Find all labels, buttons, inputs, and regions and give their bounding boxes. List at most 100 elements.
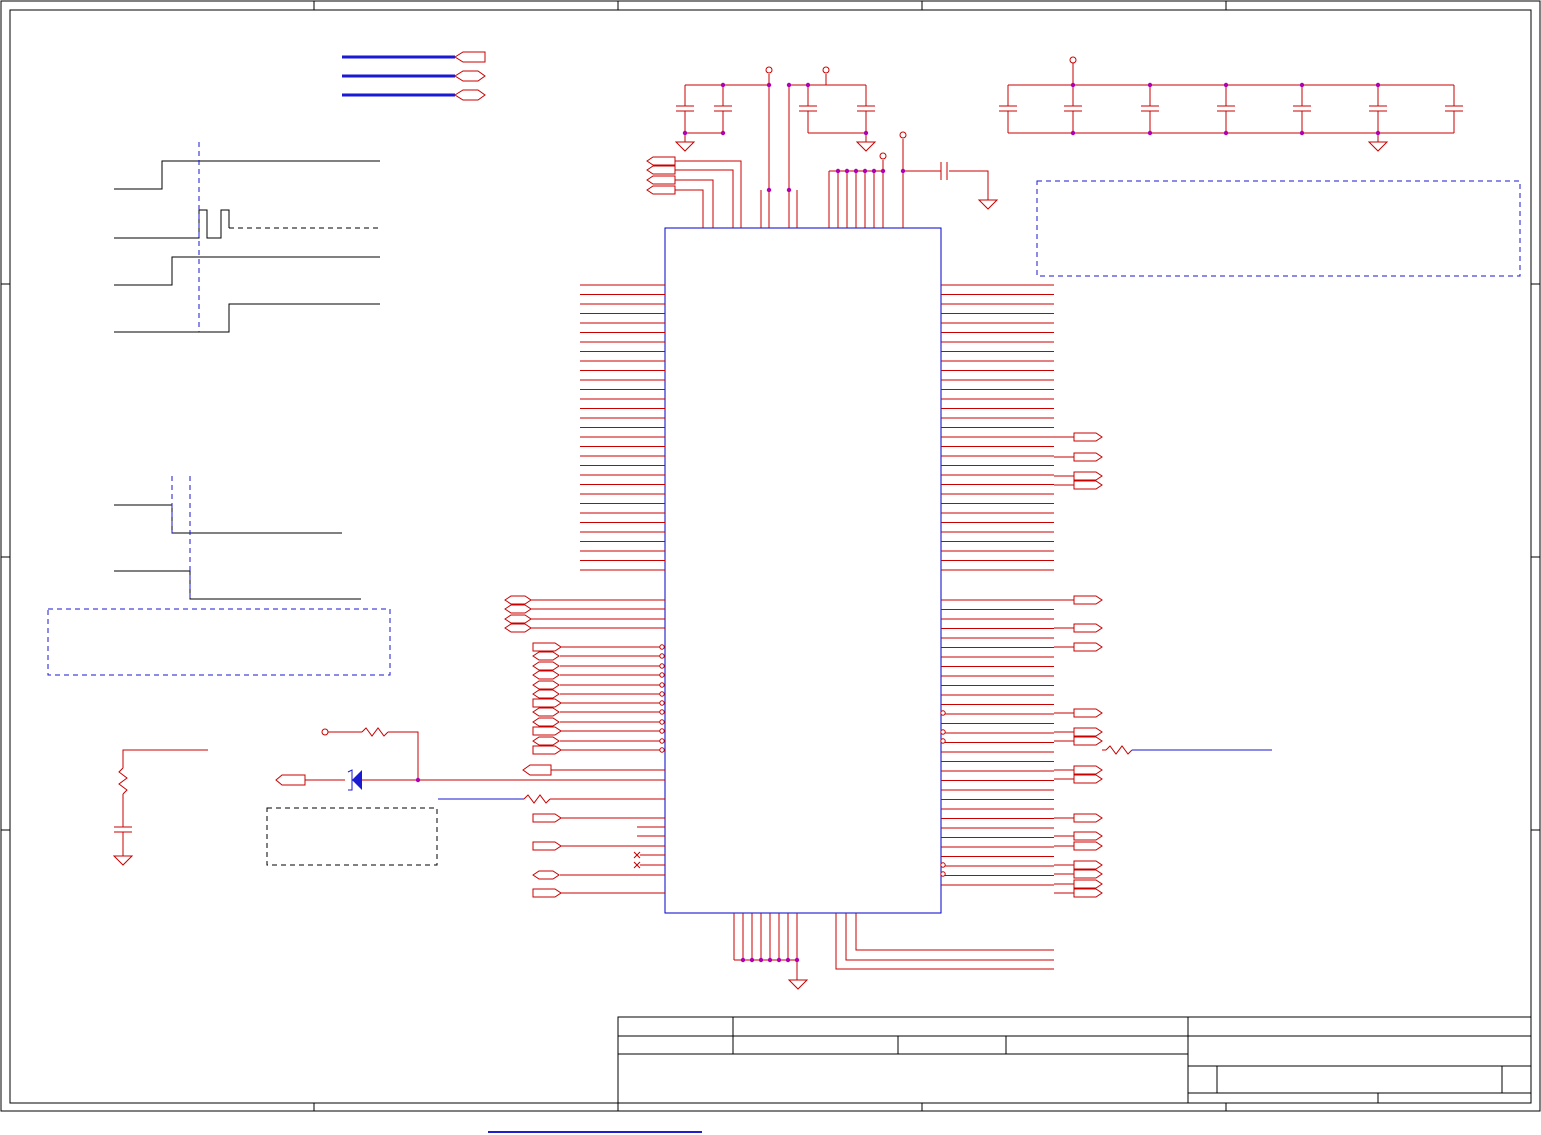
port-connector-icon (1073, 774, 1103, 784)
pin-inversion-circle (659, 719, 665, 725)
port-connector-icon (504, 604, 532, 614)
junction-dot (844, 168, 850, 174)
junction-dot (785, 957, 791, 963)
junction-dot (682, 130, 688, 136)
note-box-left (47, 608, 391, 676)
junction-dot (767, 957, 773, 963)
no-connect-x-icon (633, 861, 641, 869)
pin-inversion-circle (940, 729, 946, 735)
bottom-pin-wires (733, 913, 1054, 980)
port-connector-icon (1073, 841, 1103, 851)
junction-dot (740, 957, 746, 963)
junction-dot (1223, 130, 1229, 136)
port-connector-icon (454, 70, 486, 82)
timing-diagram-power-sequence (114, 142, 380, 333)
junction-dot (1299, 130, 1305, 136)
resistor-icon (118, 767, 128, 795)
power-pin-circles (321, 56, 1077, 736)
power-pin-circle-icon (1069, 56, 1077, 64)
junction-dots (415, 82, 1381, 963)
junction-dot (720, 82, 726, 88)
port-connector-icon (532, 717, 560, 727)
junction-dot (720, 130, 726, 136)
port-connector-icon (1073, 765, 1103, 775)
port-connector-icon (1073, 708, 1103, 718)
power-pin-circle-icon (879, 152, 887, 160)
power-pin-circle-icon (899, 131, 907, 139)
note-box-top-right (1036, 180, 1521, 277)
junction-dot (415, 777, 421, 783)
pin-inversion-circle (659, 691, 665, 697)
note-box-reset (266, 807, 438, 866)
pin-inversion-circle (659, 682, 665, 688)
junction-dot (766, 82, 772, 88)
port-connector-icon (1073, 736, 1103, 746)
port-connector-icon (504, 623, 532, 633)
junction-dot (1070, 130, 1076, 136)
port-connector-icon (532, 813, 562, 823)
pin-inversion-circle (659, 738, 665, 744)
pin-inversion-circle (659, 663, 665, 669)
ground-symbols (112, 141, 1389, 990)
junction-dot (766, 187, 772, 193)
rc-network-left (114, 749, 208, 856)
junction-dot (1223, 82, 1229, 88)
ground-symbol-icon (787, 979, 809, 990)
port-connector-icon (532, 870, 560, 880)
port-connector-icon (1073, 879, 1103, 889)
junction-dot (871, 168, 877, 174)
bus-lines-top-left (342, 51, 486, 101)
left-pin-wires (504, 284, 665, 898)
footer-link-underline (488, 1131, 702, 1133)
pin-inversion-circle (659, 672, 665, 678)
port-connector-icon (504, 614, 532, 624)
port-connector-icon (454, 51, 486, 63)
ground-symbol-icon (855, 141, 877, 152)
ground-symbol-icon (977, 199, 999, 210)
port-connector-icon (1073, 642, 1103, 652)
port-connector-icon (1073, 813, 1103, 823)
main-ic-body (664, 227, 942, 914)
junction-dot (1299, 82, 1305, 88)
junction-dot (900, 168, 906, 174)
port-connector-icon (1073, 727, 1103, 737)
resistor-icon (361, 727, 389, 737)
pin-inversion-circle (659, 653, 665, 659)
junction-dot (1147, 130, 1153, 136)
port-connector-icon (1073, 869, 1103, 879)
port-connector-icon (532, 841, 562, 851)
resistor-right-output (1102, 745, 1272, 755)
power-pin-circle-icon (822, 66, 830, 74)
schematic-sheet (0, 0, 1541, 1112)
port-connector-icon (532, 707, 560, 717)
junction-dot (1375, 130, 1381, 136)
pin-inversion-circle (659, 644, 665, 650)
port-connector-icon (532, 726, 562, 736)
port-connector-icon (532, 698, 562, 708)
junction-dot (786, 82, 792, 88)
resistor-left-input (438, 794, 665, 804)
junction-dot (749, 957, 755, 963)
junction-dot (758, 957, 764, 963)
port-connector-icon (522, 764, 552, 776)
pin-inversion-circle (940, 710, 946, 716)
timing-diagram-power-down (114, 476, 361, 600)
port-connector-icon (1073, 595, 1103, 605)
junction-dot (786, 187, 792, 193)
port-connector-icon (1073, 480, 1103, 490)
ground-symbol-icon (112, 855, 134, 866)
title-block (617, 1016, 1532, 1104)
port-connector-icon (1073, 623, 1103, 633)
pin-inversion-circle (659, 747, 665, 753)
junction-dot (853, 168, 859, 174)
pin-inversion-circle (659, 728, 665, 734)
port-connector-icon (532, 680, 560, 690)
no-connect-marks (633, 826, 665, 869)
junction-dot (776, 957, 782, 963)
port-connector-icon (1073, 452, 1103, 462)
port-connector-icon (532, 689, 560, 699)
pin-inversion-circle (659, 700, 665, 706)
port-connector-icon (532, 651, 560, 661)
junction-dot (880, 168, 886, 174)
power-pin-circle-icon (765, 66, 773, 74)
